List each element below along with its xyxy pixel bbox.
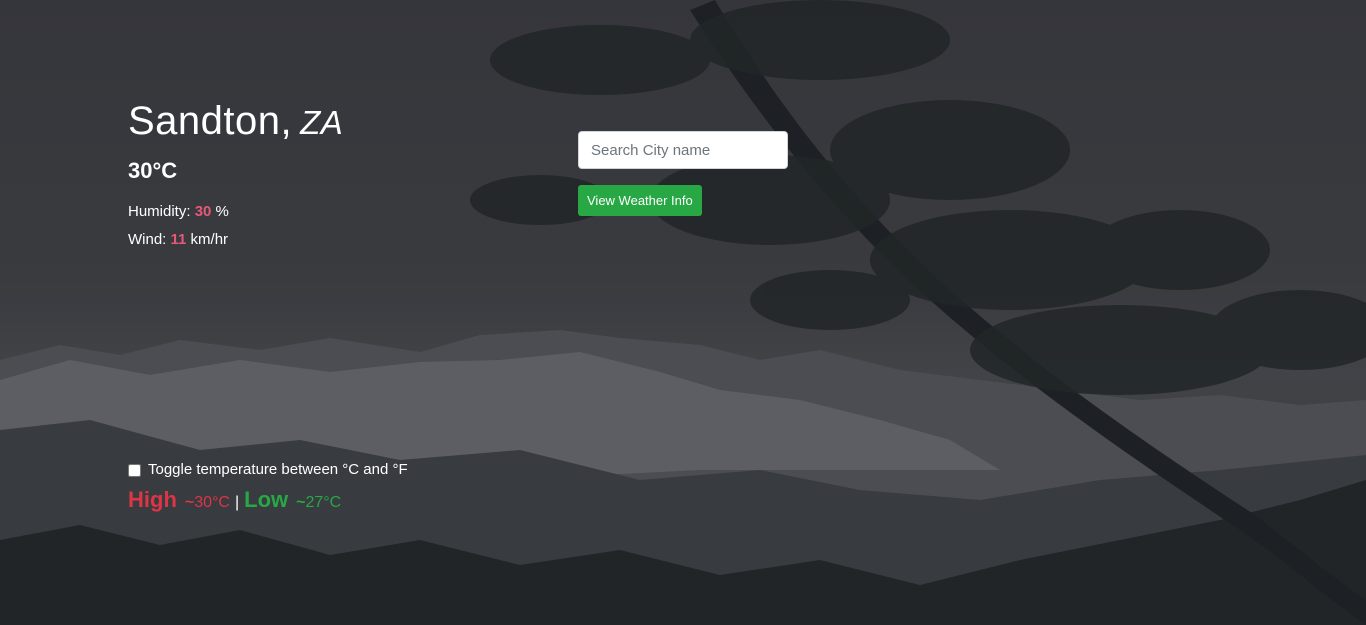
wind-label: Wind: xyxy=(128,231,167,248)
high-value-group: ~30°C xyxy=(185,494,230,512)
high-label: High xyxy=(128,487,177,512)
wind-row: Wind: 11 km/hr xyxy=(128,230,343,250)
humidity-unit: % xyxy=(215,203,229,220)
low-value-group: ~27°C xyxy=(296,494,341,512)
high-value: 30°C xyxy=(194,494,230,511)
city-search-input[interactable] xyxy=(578,131,788,169)
unit-toggle-label: Toggle temperature between °C and °F xyxy=(148,461,408,478)
high-low-row: High ~30°C | Low ~27°C xyxy=(128,487,408,513)
unit-toggle-checkbox[interactable] xyxy=(128,463,141,477)
location-heading: Sandton, ZA xyxy=(128,96,343,148)
view-weather-button[interactable]: View Weather Info xyxy=(578,185,702,216)
wind-unit: km/hr xyxy=(190,231,229,248)
search-form: View Weather Info xyxy=(578,131,788,216)
humidity-value: 30 xyxy=(194,203,212,220)
low-label: Low xyxy=(244,487,289,512)
temperature-range-panel: Toggle temperature between °C and °F Hig… xyxy=(128,461,408,513)
current-weather-panel: Sandton, ZA 30°C Humidity: 30 % Wind: 11 … xyxy=(128,96,343,250)
low-value: 27°C xyxy=(305,494,342,511)
humidity-row: Humidity: 30 % xyxy=(128,202,343,222)
wind-value: 11 xyxy=(170,231,187,248)
range-separator: | xyxy=(234,494,240,511)
city-name: Sandton, xyxy=(128,99,293,143)
high-tilde: ~ xyxy=(184,494,195,511)
humidity-label: Humidity: xyxy=(128,203,191,220)
unit-toggle[interactable]: Toggle temperature between °C and °F xyxy=(128,461,408,479)
current-temperature: 30°C xyxy=(128,158,178,183)
background-image xyxy=(0,0,1366,625)
country-code: ZA xyxy=(300,104,344,141)
dark-overlay xyxy=(0,0,1366,625)
